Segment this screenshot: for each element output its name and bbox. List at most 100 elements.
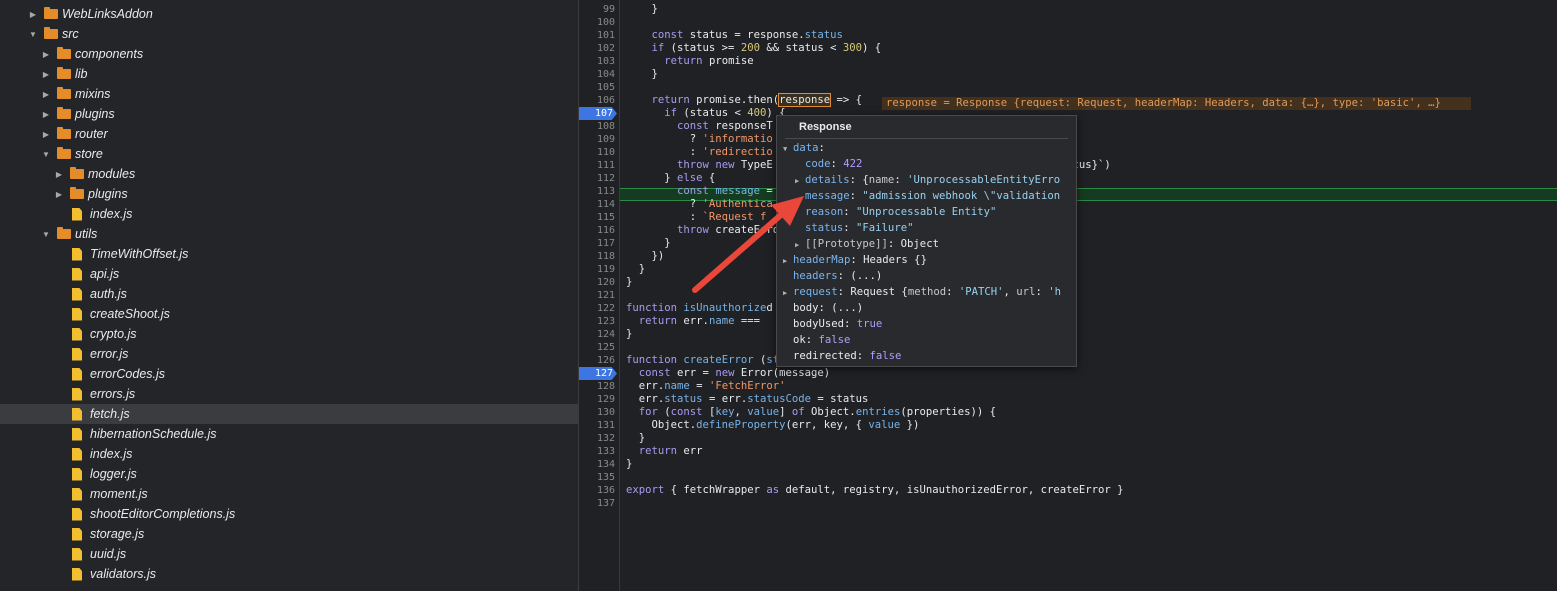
tree-folder-item[interactable]: ▶ lib bbox=[0, 64, 578, 84]
tree-file-item[interactable]: logger.js bbox=[0, 464, 578, 484]
line-number[interactable]: 114 bbox=[579, 198, 615, 211]
tree-folder-item[interactable]: ▶ plugins bbox=[0, 184, 578, 204]
line-number[interactable]: 104 bbox=[579, 68, 615, 81]
line-number[interactable]: 132 bbox=[579, 432, 615, 445]
object-property-row[interactable]: redirected: false bbox=[783, 348, 901, 364]
object-property-row[interactable]: ▶ request: Request {method: 'PATCH', url:… bbox=[783, 284, 1061, 300]
tree-file-item[interactable]: hibernationSchedule.js bbox=[0, 424, 578, 444]
line-number[interactable]: 123 bbox=[579, 315, 615, 328]
object-property-row[interactable]: body: (...) bbox=[783, 300, 863, 316]
chevron-down-icon[interactable]: ▼ bbox=[41, 230, 51, 239]
tree-file-item[interactable]: validators.js bbox=[0, 564, 578, 584]
line-number[interactable]: 103 bbox=[579, 55, 615, 68]
object-property-row[interactable]: ok: false bbox=[783, 332, 850, 348]
chevron-right-icon[interactable]: ▶ bbox=[54, 170, 64, 179]
line-number[interactable]: 134 bbox=[579, 458, 615, 471]
tree-file-item[interactable]: errorCodes.js bbox=[0, 364, 578, 384]
line-number[interactable]: 137 bbox=[579, 497, 615, 510]
tree-file-item[interactable]: TimeWithOffset.js bbox=[0, 244, 578, 264]
line-number[interactable]: 115 bbox=[579, 211, 615, 224]
tree-file-item[interactable]: index.js bbox=[0, 204, 578, 224]
expand-right-icon[interactable]: ▶ bbox=[795, 237, 805, 253]
tree-folder-item[interactable]: ▶ mixins bbox=[0, 84, 578, 104]
object-property-row[interactable]: message: "admission webhook \"validation bbox=[795, 188, 1060, 204]
object-property-row[interactable]: bodyUsed: true bbox=[783, 316, 882, 332]
line-number[interactable]: 100 bbox=[579, 16, 615, 29]
tree-folder-item[interactable]: ▶ WebLinksAddon bbox=[0, 4, 578, 24]
object-property-row[interactable]: status: "Failure" bbox=[795, 220, 913, 236]
variable-hover-popover[interactable]: Response ▼ data: code: 422 ▶ details: {name:… bbox=[776, 115, 1077, 367]
object-property-row[interactable]: ▶ details: {name: 'UnprocessableEntityErr… bbox=[795, 172, 1060, 188]
line-number-gutter[interactable]: 99 100 101 102 103 104 105 106 107 108 109 110 111 11… bbox=[579, 0, 620, 591]
tree-folder-item[interactable]: ▶ modules bbox=[0, 164, 578, 184]
breakpoint-marker[interactable]: 107 bbox=[579, 107, 617, 120]
object-property-row[interactable]: ▶ headerMap: Headers {} bbox=[783, 252, 927, 268]
tree-folder-item[interactable]: ▼ utils bbox=[0, 224, 578, 244]
chevron-right-icon[interactable]: ▶ bbox=[54, 190, 64, 199]
chevron-right-icon[interactable]: ▶ bbox=[41, 70, 51, 79]
tree-file-item[interactable]: createShoot.js bbox=[0, 304, 578, 324]
line-number[interactable]: 131 bbox=[579, 419, 615, 432]
object-property-row[interactable]: reason: "Unprocessable Entity" bbox=[795, 204, 996, 220]
tree-folder-item[interactable]: ▶ components bbox=[0, 44, 578, 64]
tree-folder-item[interactable]: ▼ store bbox=[0, 144, 578, 164]
line-number[interactable]: 108 bbox=[579, 120, 615, 133]
chevron-right-icon[interactable]: ▶ bbox=[41, 90, 51, 99]
line-number[interactable]: 126 bbox=[579, 354, 615, 367]
tree-file-item[interactable]: api.js bbox=[0, 264, 578, 284]
object-property-row[interactable]: ▼ data: bbox=[783, 140, 825, 156]
expand-right-icon[interactable]: ▶ bbox=[783, 253, 793, 269]
expand-right-icon[interactable]: ▶ bbox=[795, 173, 805, 189]
tree-file-item[interactable]: uuid.js bbox=[0, 544, 578, 564]
line-number[interactable]: 136 bbox=[579, 484, 615, 497]
line-number[interactable]: 102 bbox=[579, 42, 615, 55]
line-number[interactable]: 118 bbox=[579, 250, 615, 263]
line-number[interactable]: 122 bbox=[579, 302, 615, 315]
hovered-variable[interactable]: response bbox=[778, 93, 832, 107]
line-number[interactable]: 111 bbox=[579, 159, 615, 172]
line-number[interactable]: 106 bbox=[579, 94, 615, 107]
tree-file-item[interactable]: storage.js bbox=[0, 524, 578, 544]
chevron-down-icon[interactable]: ▼ bbox=[41, 150, 51, 159]
chevron-right-icon[interactable]: ▶ bbox=[28, 10, 38, 19]
tree-file-item[interactable]: crypto.js bbox=[0, 324, 578, 344]
line-number[interactable]: 124 bbox=[579, 328, 615, 341]
chevron-right-icon[interactable]: ▶ bbox=[41, 130, 51, 139]
line-number[interactable]: 110 bbox=[579, 146, 615, 159]
line-number[interactable]: 120 bbox=[579, 276, 615, 289]
line-number[interactable]: 130 bbox=[579, 406, 615, 419]
line-number[interactable]: 121 bbox=[579, 289, 615, 302]
line-number[interactable]: 105 bbox=[579, 81, 615, 94]
line-number[interactable]: 128 bbox=[579, 380, 615, 393]
chevron-right-icon[interactable]: ▶ bbox=[41, 110, 51, 119]
tree-file-item[interactable]: fetch.js bbox=[0, 404, 578, 424]
line-number[interactable]: 135 bbox=[579, 471, 615, 484]
line-number[interactable]: 109 bbox=[579, 133, 615, 146]
expand-right-icon[interactable]: ▶ bbox=[783, 285, 793, 301]
expand-down-icon[interactable]: ▼ bbox=[783, 141, 793, 157]
tree-file-item[interactable]: shootEditorCompletions.js bbox=[0, 504, 578, 524]
chevron-down-icon[interactable]: ▼ bbox=[28, 30, 38, 39]
tree-file-item[interactable]: auth.js bbox=[0, 284, 578, 304]
tree-file-item[interactable]: index.js bbox=[0, 444, 578, 464]
line-number[interactable]: 99 bbox=[579, 3, 615, 16]
line-number[interactable]: 112 bbox=[579, 172, 615, 185]
tree-file-item[interactable]: error.js bbox=[0, 344, 578, 364]
tree-file-item[interactable]: errors.js bbox=[0, 384, 578, 404]
line-number[interactable]: 125 bbox=[579, 341, 615, 354]
line-number[interactable]: 116 bbox=[579, 224, 615, 237]
line-number[interactable]: 129 bbox=[579, 393, 615, 406]
tree-folder-item[interactable]: ▶ plugins bbox=[0, 104, 578, 124]
tree-file-item[interactable]: moment.js bbox=[0, 484, 578, 504]
tree-folder-item[interactable]: ▶ router bbox=[0, 124, 578, 144]
object-property-row[interactable]: ▶ [[Prototype]]: Object bbox=[795, 236, 939, 252]
breakpoint-marker[interactable]: 127 bbox=[579, 367, 617, 380]
object-property-row[interactable]: code: 422 bbox=[795, 156, 862, 172]
line-number[interactable]: 133 bbox=[579, 445, 615, 458]
line-number[interactable]: 101 bbox=[579, 29, 615, 42]
line-number[interactable]: 117 bbox=[579, 237, 615, 250]
object-property-row[interactable]: headers: (...) bbox=[783, 268, 882, 284]
line-number[interactable]: 113 bbox=[579, 185, 615, 198]
tree-folder-item[interactable]: ▼ src bbox=[0, 24, 578, 44]
line-number[interactable]: 119 bbox=[579, 263, 615, 276]
